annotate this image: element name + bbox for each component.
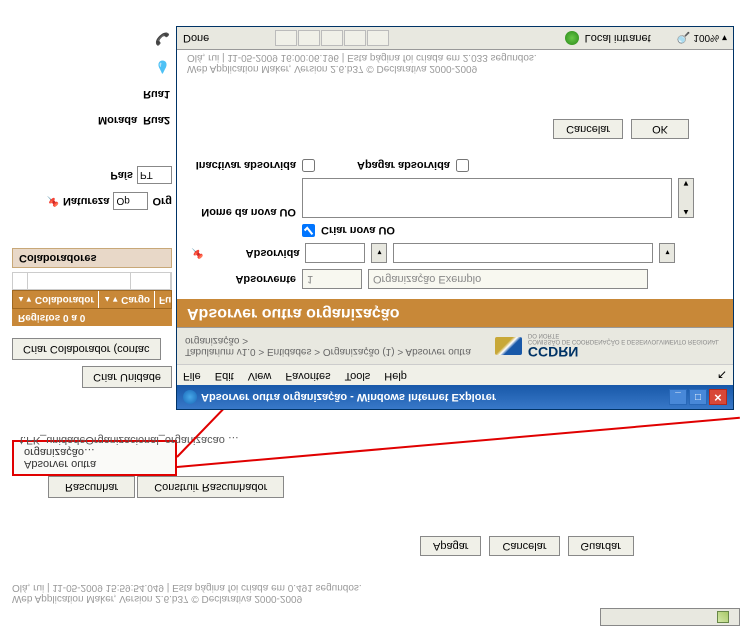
ccdr-logo: CCDRN COMISSÃO DE COORDENAÇÃO E DESENVOL…	[495, 332, 725, 360]
criar-colaborador-button[interactable]: Criar Colaborador (contac	[12, 338, 161, 360]
popup-window: Done Local intranet 🔍 100% ▾ Web Applica…	[176, 26, 734, 410]
minimize-button[interactable]: _	[669, 389, 687, 405]
menu-favorites[interactable]: Favorites	[285, 368, 330, 382]
absorvente-id-input	[302, 269, 362, 289]
nome-nova-uo-label: Nome da nova UO	[191, 206, 296, 218]
scrollbar[interactable]: ▲▼	[678, 178, 694, 218]
col-colaborador[interactable]: ▲▼Colaborador	[13, 291, 99, 308]
popup-header: Tabularium v1.0 > Entidades > Organizaçã…	[177, 327, 733, 364]
guardar-button[interactable]: Guardar	[568, 536, 634, 556]
apagar-absorvida-checkbox[interactable]	[456, 159, 469, 172]
chevron-down-icon: ▾	[722, 33, 727, 44]
zoom-icon: 🔍	[677, 32, 691, 45]
status-done: Done	[183, 32, 209, 44]
absorvida-nome-input[interactable]	[393, 243, 653, 263]
col-fu[interactable]: Fu	[155, 291, 176, 308]
morada-label: Morada	[98, 114, 137, 126]
callout-line	[177, 417, 740, 468]
footer-status: Web Application Maker, Version 2.6.b37 ©…	[12, 582, 362, 604]
inactivar-checkbox[interactable]	[302, 159, 315, 172]
zoom-control[interactable]: 🔍 100% ▾	[677, 32, 727, 45]
close-button[interactable]: ✕	[709, 389, 727, 405]
col-cargo[interactable]: ▲▼Cargo	[99, 291, 155, 308]
menu-view[interactable]: View	[248, 368, 272, 382]
menu-help[interactable]: Help	[384, 368, 407, 382]
wave-icon	[495, 337, 521, 355]
tab-construir[interactable]: Construir Rascunhador	[137, 476, 284, 498]
colaboradores-section: Colaboradores	[12, 248, 172, 268]
apagar-button[interactable]: Apagar	[420, 536, 481, 556]
criar-nova-uo-label: Criar nova UO	[321, 225, 395, 237]
pais-label: País	[110, 169, 133, 181]
menu-bar: File Edit View Favorites Tools Help ↖	[177, 364, 733, 385]
parent-title-fragment	[600, 608, 740, 626]
form-labels: 📌 Natureza Org País	[12, 158, 172, 210]
fk-link[interactable]: t.FK_unidadeOrganizacional_organizacao …	[20, 434, 239, 446]
menu-edit[interactable]: Edit	[215, 368, 234, 382]
apagar-absorvida-label: Apagar absorvida	[357, 160, 450, 172]
popup-title: Absorver outra organização - Windows Int…	[201, 391, 496, 403]
org-label: Org	[152, 195, 172, 207]
cancelar-button[interactable]: Cancelar	[489, 536, 559, 556]
sort-icon: ▲▼	[17, 295, 33, 304]
sort-icon: ▲▼	[103, 295, 119, 304]
inactivar-label: Inactivar absorvida	[191, 160, 296, 172]
address-labels: Morada Rua2 Rua1 💧 📞	[70, 18, 170, 126]
drop-icon: 💧	[155, 60, 170, 74]
popup-heading: Absorver outra organização	[177, 299, 733, 327]
popup-cancelar-button[interactable]: Cancelar	[553, 119, 623, 139]
rua2-label: Rua2	[143, 114, 170, 126]
breadcrumb: Tabularium v1.0 > Entidades > Organizaçã…	[185, 335, 495, 357]
popup-footer: Web Application Maker, Version 2.6.b37 ©…	[177, 50, 733, 76]
status-bar: Done Local intranet 🔍 100% ▾	[177, 27, 733, 50]
natureza-input[interactable]	[113, 192, 148, 210]
ie-icon	[183, 390, 197, 404]
rua1-label: Rua1	[143, 88, 170, 100]
dropdown-button[interactable]: ▾	[659, 243, 675, 263]
menu-tools[interactable]: Tools	[345, 368, 371, 382]
phone-icon: 📞	[155, 32, 170, 46]
popup-titlebar: Absorver outra organização - Windows Int…	[177, 385, 733, 409]
title-icon	[717, 611, 729, 623]
cursor-icon: ↖	[717, 368, 727, 382]
status-cells	[275, 30, 389, 46]
table-row	[12, 272, 172, 290]
absorvida-label: Absorvida	[209, 247, 299, 259]
popup-ok-button[interactable]: OK	[631, 119, 689, 139]
dropdown-button[interactable]: ▾	[371, 243, 387, 263]
pais-input[interactable]	[137, 166, 172, 184]
pin-icon: 📌	[191, 248, 203, 259]
action-buttons: Apagar Cancelar Guardar	[420, 536, 634, 556]
tab-rascunhar[interactable]: Rascunhar	[48, 476, 135, 498]
absorvida-id-input[interactable]	[305, 243, 365, 263]
absorvente-nome-input	[368, 269, 648, 289]
criar-unidade-button[interactable]: Criar Unidade	[82, 366, 172, 388]
maximize-button[interactable]: □	[689, 389, 707, 405]
menu-file[interactable]: File	[183, 368, 201, 382]
tabs: Rascunhar Construir Rascunhador	[48, 476, 286, 498]
intranet-icon	[565, 31, 579, 45]
window-controls: _ □ ✕	[669, 389, 727, 405]
criar-nova-uo-checkbox[interactable]	[302, 224, 315, 237]
popup-form: Absorvente 📌 Absorvida ▾ ▾ Criar nova UO…	[177, 76, 733, 299]
natureza-label: Natureza	[63, 195, 109, 207]
pin-icon: 📌	[47, 196, 59, 207]
left-column: Criar Unidade Criar Colaborador (contac …	[12, 248, 172, 388]
registos-bar: Registos 0 a 0	[12, 309, 172, 326]
grid-headers: ▲▼Colaborador ▲▼Cargo Fu	[12, 290, 172, 309]
intranet-label: Local intranet	[585, 32, 651, 44]
nome-nova-uo-input[interactable]	[302, 178, 672, 218]
absorvente-label: Absorvente	[191, 273, 296, 285]
